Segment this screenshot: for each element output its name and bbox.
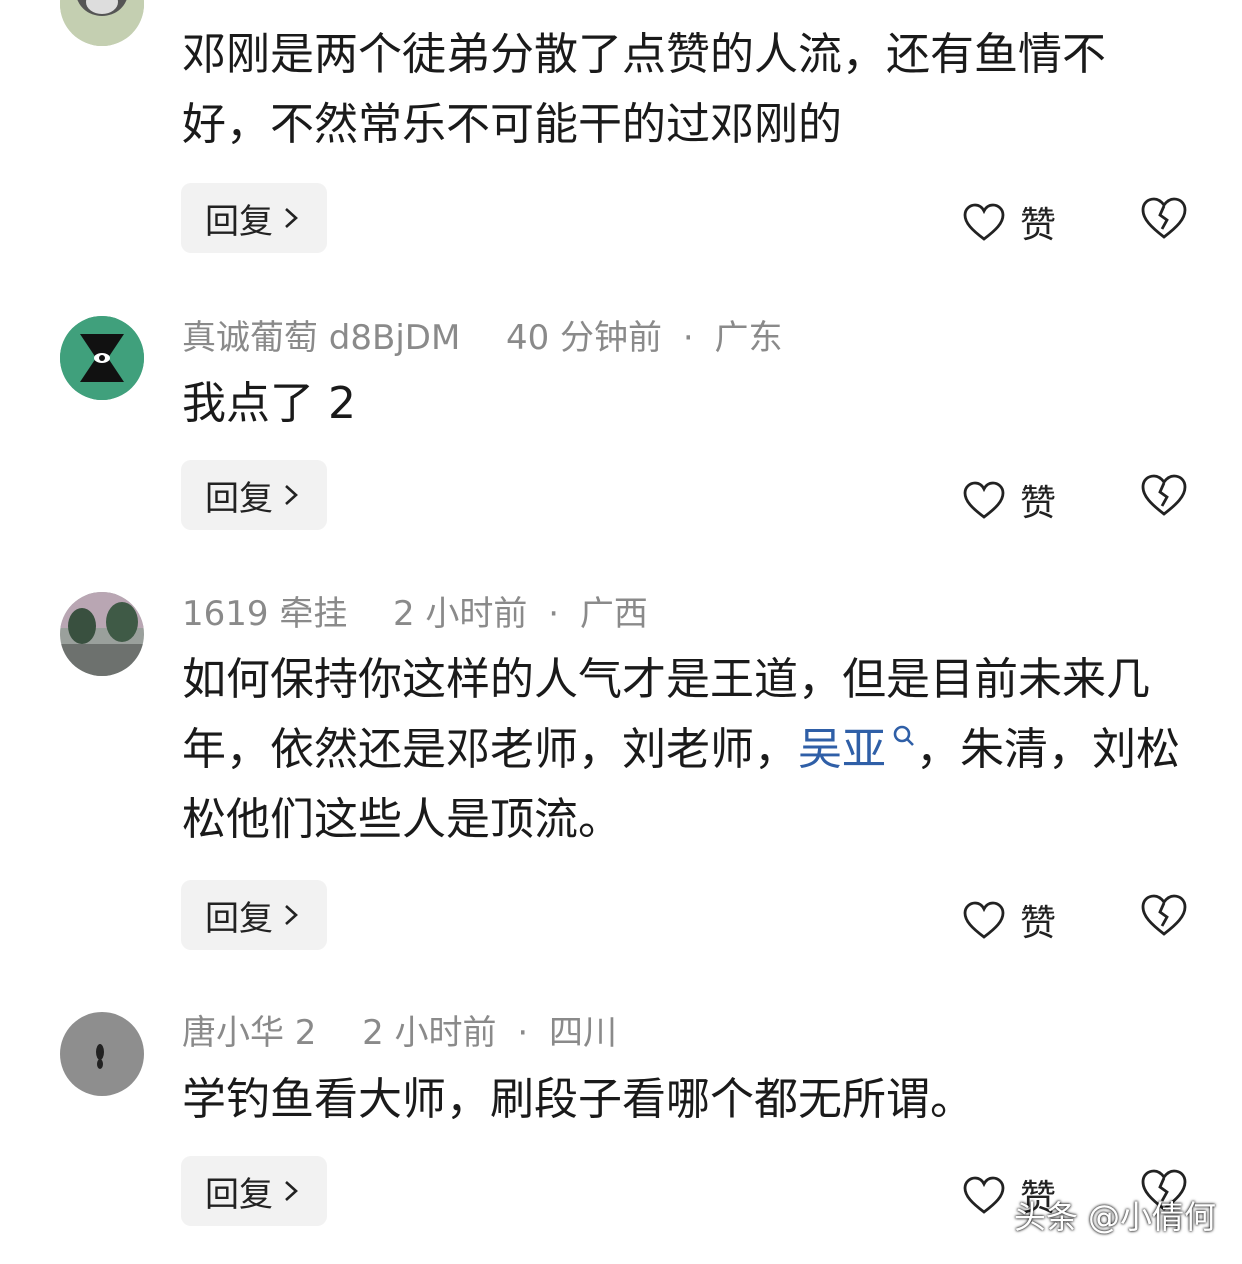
search-link-label: 吴亚 bbox=[798, 724, 886, 775]
watermark: 头条 @小倩何 bbox=[1013, 1198, 1216, 1236]
reply-label: 回复 bbox=[205, 478, 273, 519]
username[interactable]: 唐小华 2 bbox=[182, 1013, 316, 1053]
reply-button[interactable]: 回复 bbox=[181, 460, 327, 530]
broken-heart-icon[interactable] bbox=[1140, 196, 1188, 240]
comment-meta: 唐小华 2 2 小时前 · 四川 bbox=[182, 1013, 617, 1053]
like-button[interactable]: 赞 bbox=[962, 474, 1056, 526]
heart-outline-icon bbox=[963, 203, 1005, 241]
chevron-right-icon bbox=[285, 208, 298, 228]
like-button[interactable]: 赞 bbox=[962, 894, 1056, 946]
like-label: 赞 bbox=[1020, 205, 1057, 246]
comment-text: 学钓鱼看大师，刷段子看哪个都无所谓。 bbox=[182, 1074, 974, 1125]
search-icon bbox=[893, 726, 914, 747]
username[interactable]: 1619 牵挂 bbox=[182, 594, 347, 634]
reply-button[interactable]: 回复 bbox=[181, 183, 327, 253]
avatar[interactable] bbox=[60, 0, 144, 46]
meta-separator: · bbox=[682, 318, 694, 358]
reply-label: 回复 bbox=[205, 201, 273, 242]
avatar-image bbox=[60, 0, 144, 46]
heart-outline-icon bbox=[963, 901, 1005, 939]
comment-text: 如何保持你这样的人气才是王道，但是目前未来几年，依然还是邓老师，刘老师，吴亚 ，朱… bbox=[182, 645, 1182, 855]
reply-button[interactable]: 回复 bbox=[181, 1156, 327, 1226]
avatar-image bbox=[60, 316, 144, 400]
comment-text: 邓刚是两个徒弟分散了点赞的人流，还有鱼情不好，不然常乐不可能干的过邓刚的 bbox=[182, 29, 1106, 150]
meta-separator: · bbox=[548, 594, 560, 634]
avatar[interactable] bbox=[60, 316, 144, 400]
region: 四川 bbox=[548, 1013, 617, 1053]
meta-separator: · bbox=[517, 1013, 529, 1053]
timestamp: 2 小时前 bbox=[362, 1013, 497, 1053]
broken-heart-icon[interactable] bbox=[1140, 473, 1188, 517]
region: 广西 bbox=[579, 594, 648, 634]
username[interactable]: 真诚葡萄 d8BjDM bbox=[182, 318, 460, 358]
avatar-image bbox=[60, 592, 144, 676]
timestamp: 2 小时前 bbox=[392, 594, 528, 634]
avatar[interactable] bbox=[60, 1012, 144, 1096]
chevron-right-icon bbox=[285, 905, 298, 925]
comment-meta: 真诚葡萄 d8BjDM 40 分钟前 · 广东 bbox=[182, 318, 782, 358]
region: 广东 bbox=[714, 318, 783, 358]
like-label: 赞 bbox=[1020, 903, 1057, 944]
comment-text: 我点了 2 bbox=[182, 378, 356, 429]
avatar[interactable] bbox=[60, 592, 144, 676]
timestamp: 40 分钟前 bbox=[505, 318, 663, 358]
reply-button[interactable]: 回复 bbox=[181, 880, 327, 950]
comment-meta: 1619 牵挂 2 小时前 · 广西 bbox=[182, 594, 648, 634]
avatar-image bbox=[60, 1012, 144, 1096]
like-label: 赞 bbox=[1020, 483, 1057, 524]
chevron-right-icon bbox=[285, 1181, 298, 1201]
like-button[interactable]: 赞 bbox=[962, 196, 1056, 248]
reply-label: 回复 bbox=[205, 1174, 273, 1215]
chevron-right-icon bbox=[285, 485, 298, 505]
heart-outline-icon bbox=[963, 481, 1005, 519]
heart-outline-icon bbox=[963, 1176, 1005, 1214]
broken-heart-icon[interactable] bbox=[1140, 893, 1188, 937]
reply-label: 回复 bbox=[205, 898, 273, 939]
search-link[interactable]: 吴亚 bbox=[798, 724, 916, 775]
